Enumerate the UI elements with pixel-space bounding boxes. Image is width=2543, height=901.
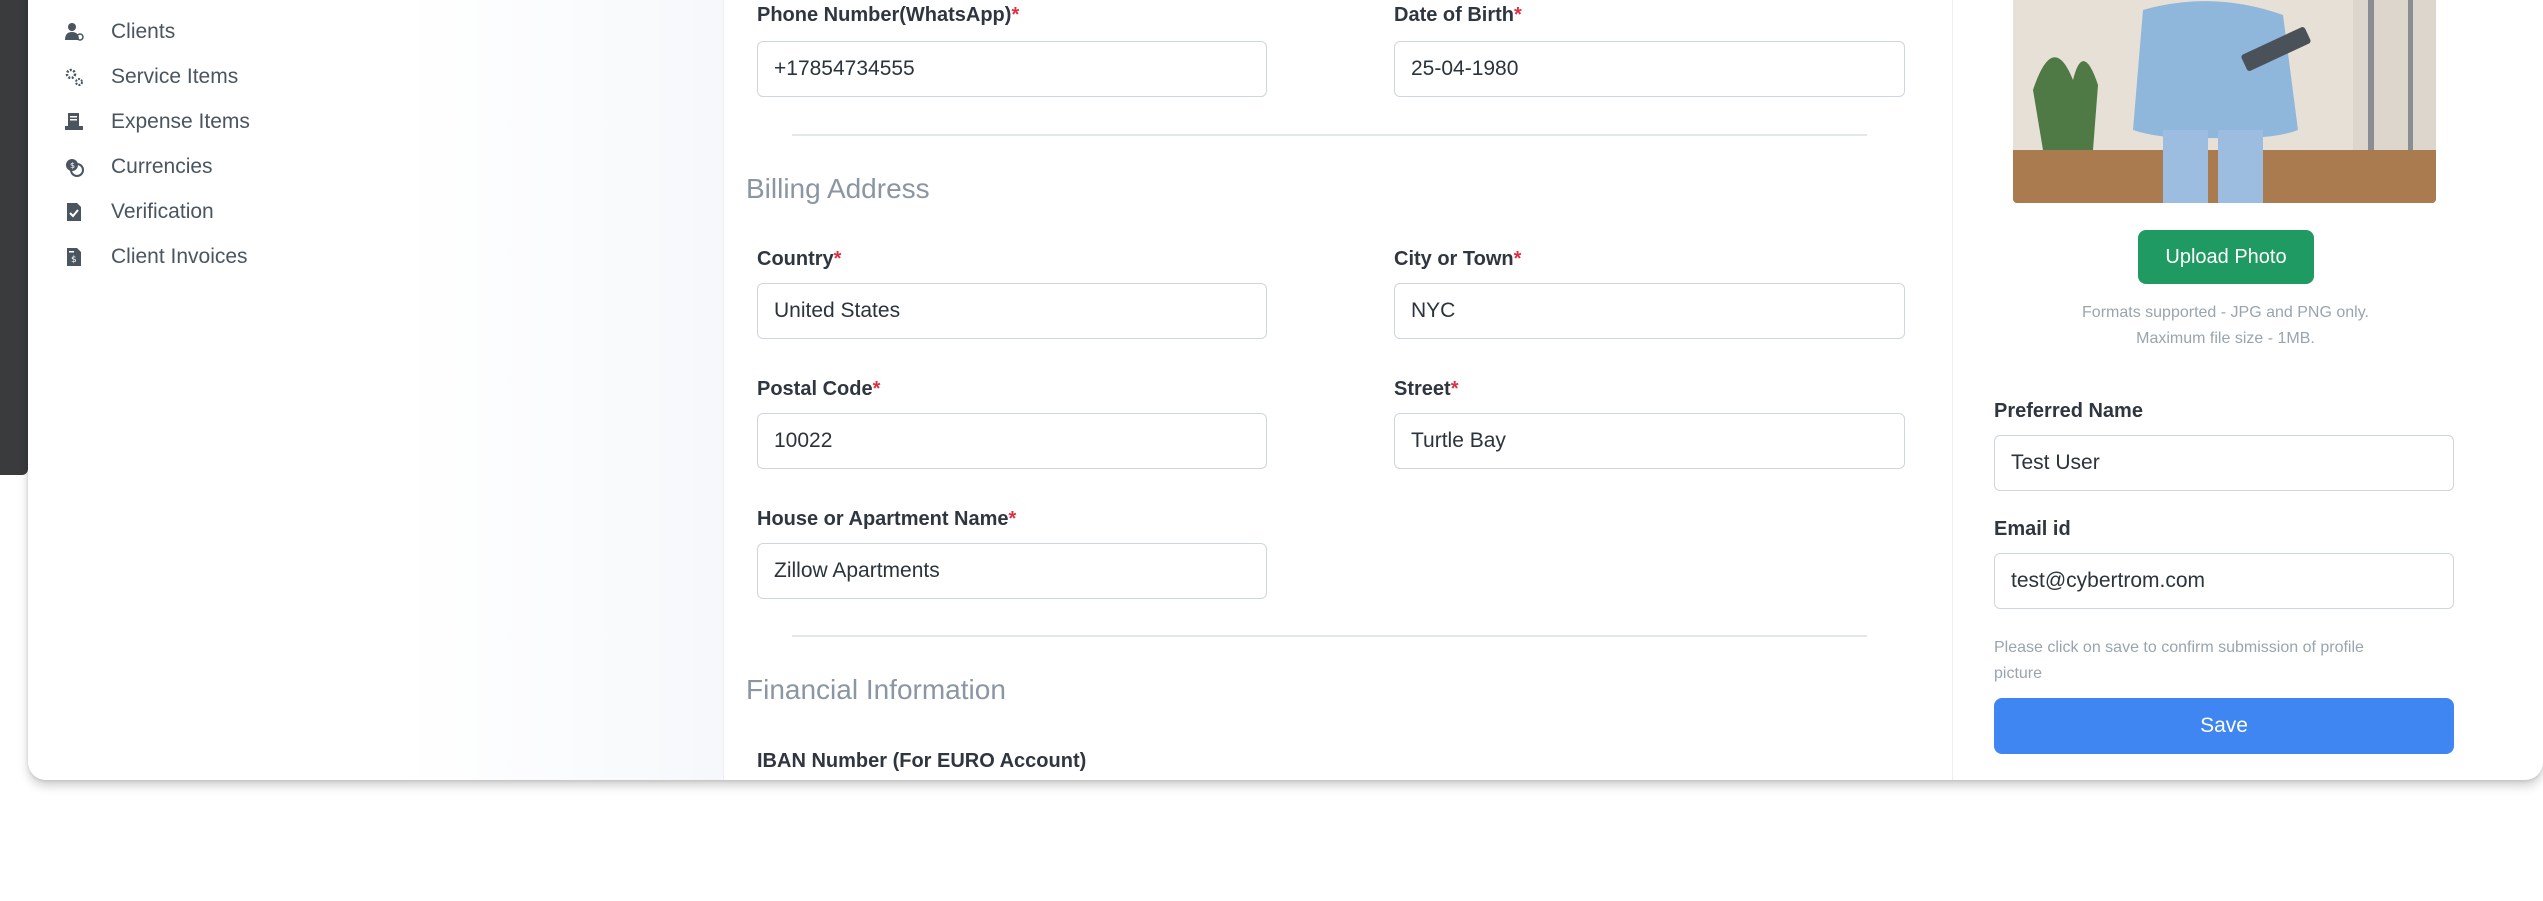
sidebar-item-currencies[interactable]: $ Currencies xyxy=(63,147,213,187)
invoice-icon: $ xyxy=(63,246,85,268)
iban-label: IBAN Number (For EURO Account) xyxy=(757,750,1087,772)
main-card: Clients Service Items Expense Items $ Cu… xyxy=(28,0,2543,780)
sidebar-item-expense-items[interactable]: Expense Items xyxy=(63,102,250,142)
profile-form: Phone Number(WhatsApp)* +17854734555 Dat… xyxy=(723,0,1953,780)
sidebar-dark-edge xyxy=(0,0,28,475)
house-label: House or Apartment Name* xyxy=(757,508,1017,530)
divider xyxy=(792,134,1867,136)
postal-code-label: Postal Code* xyxy=(757,378,881,400)
upload-photo-button[interactable]: Upload Photo xyxy=(2138,230,2314,284)
phone-label: Phone Number(WhatsApp)* xyxy=(757,4,1020,26)
sidebar-item-clients[interactable]: Clients xyxy=(63,12,175,52)
email-input[interactable]: test@cybertrom.com xyxy=(1994,553,2454,609)
sidebar-item-label: Clients xyxy=(111,20,176,43)
formats-hint: Formats supported - JPG and PNG only. xyxy=(2082,304,2369,321)
save-confirm-hint-line: Please click on save to confirm submissi… xyxy=(1994,639,2364,656)
profile-photo-image xyxy=(2013,0,2436,203)
sidebar-item-service-items[interactable]: Service Items xyxy=(63,57,238,97)
country-select[interactable]: United States xyxy=(757,283,1267,339)
street-label: Street* xyxy=(1394,378,1459,400)
city-label: City or Town* xyxy=(1394,248,1522,270)
save-confirm-hint-line: picture xyxy=(1994,665,2043,682)
billing-address-title: Billing Address xyxy=(746,173,930,204)
postal-code-input[interactable]: 10022 xyxy=(757,413,1267,469)
verification-doc-icon xyxy=(63,201,85,223)
city-input[interactable]: NYC xyxy=(1394,283,1905,339)
divider xyxy=(792,635,1867,637)
dob-label: Date of Birth* xyxy=(1394,4,1522,26)
sidebar-item-label: Currencies xyxy=(111,155,213,178)
svg-text:$: $ xyxy=(70,161,75,170)
dob-input[interactable]: 25-04-1980 xyxy=(1394,41,1905,97)
sidebar-item-verification[interactable]: Verification xyxy=(63,192,214,232)
receipt-icon xyxy=(63,111,85,133)
country-label: Country* xyxy=(757,248,842,270)
sidebar-item-label: Client Invoices xyxy=(111,245,248,268)
profile-photo xyxy=(2013,0,2436,203)
phone-input[interactable]: +17854734555 xyxy=(757,41,1267,97)
save-button[interactable]: Save xyxy=(1994,698,2454,754)
sidebar-item-label: Verification xyxy=(111,200,214,223)
sidebar-item-client-invoices[interactable]: $ Client Invoices xyxy=(63,237,248,277)
email-label: Email id xyxy=(1994,518,2071,540)
currency-icon: $ xyxy=(63,156,85,178)
service-gears-icon xyxy=(63,66,85,88)
sidebar-item-label: Expense Items xyxy=(111,110,250,133)
sidebar-item-label: Service Items xyxy=(111,65,239,88)
preferred-name-label: Preferred Name xyxy=(1994,400,2143,422)
house-input[interactable]: Zillow Apartments xyxy=(757,543,1267,599)
content-background xyxy=(403,0,723,780)
file-size-hint: Maximum file size - 1MB. xyxy=(2136,330,2315,347)
preferred-name-input[interactable]: Test User xyxy=(1994,435,2454,491)
street-input[interactable]: Turtle Bay xyxy=(1394,413,1905,469)
sidebar: Clients Service Items Expense Items $ Cu… xyxy=(28,0,403,780)
clients-icon xyxy=(63,21,85,43)
svg-text:$: $ xyxy=(71,255,77,265)
financial-information-title: Financial Information xyxy=(746,674,1006,705)
save-confirm-hint: Please click on save to confirm submissi… xyxy=(1994,635,2454,687)
